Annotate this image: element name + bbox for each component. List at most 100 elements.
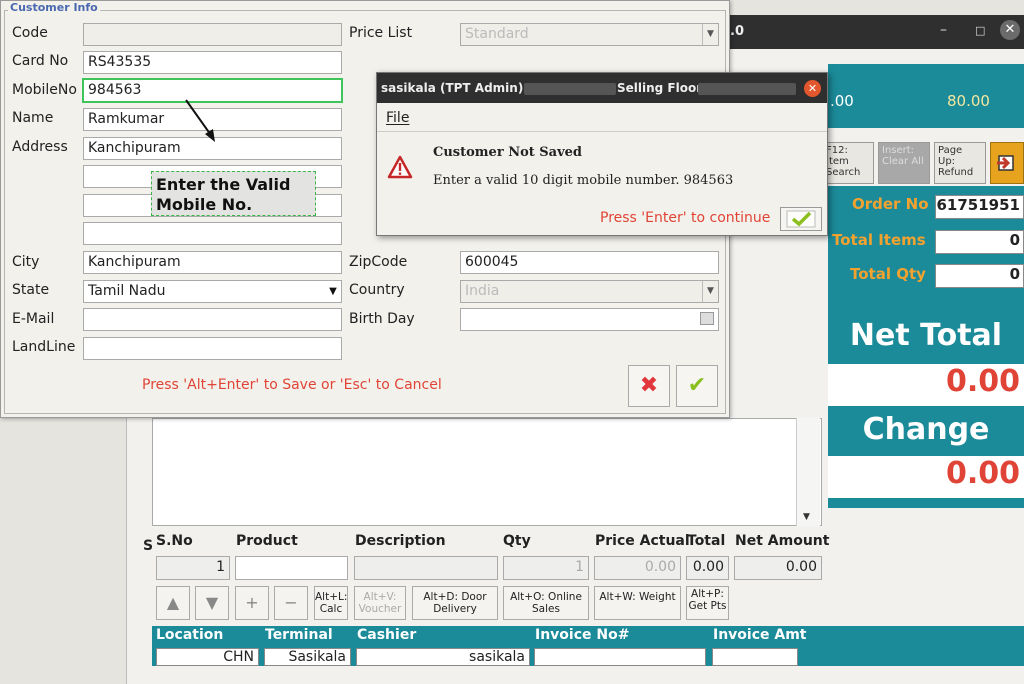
validation-annotation: Enter the Valid Mobile No. — [151, 171, 316, 216]
save-hint: Press 'Alt+Enter' to Save or 'Esc' to Ca… — [142, 377, 442, 393]
move-up-button[interactable]: ▲ — [156, 586, 190, 620]
weight-button[interactable]: Alt+W: Weight — [594, 586, 681, 620]
net-total-value: 0.00 — [828, 364, 1024, 406]
birthday-label: Birth Day — [349, 311, 415, 327]
minimize-icon[interactable]: – — [940, 22, 947, 38]
top-summary-panel — [828, 64, 1024, 128]
order-no-label: Order No — [852, 195, 929, 213]
country-label: Country — [349, 282, 405, 298]
qty-input[interactable]: 1 — [503, 556, 589, 580]
main-title-text: .0 — [730, 24, 744, 39]
net-amount-field: 0.00 — [734, 556, 822, 580]
order-no-value: 61751951 — [935, 195, 1024, 219]
card-no-label: Card No — [12, 53, 69, 69]
checkmark-icon: ✔ — [687, 373, 707, 398]
chevron-down-icon[interactable]: ▼ — [325, 281, 341, 302]
address-line4-input[interactable] — [83, 222, 342, 245]
cashier-label: Cashier — [357, 627, 417, 643]
location-label: Location — [156, 627, 224, 643]
product-input[interactable] — [235, 556, 348, 580]
calendar-icon[interactable] — [700, 312, 714, 325]
name-label: Name — [12, 110, 54, 126]
mobile-label: MobileNo — [12, 82, 77, 98]
email-input[interactable] — [83, 308, 342, 331]
invoice-no-label: Invoice No# — [535, 627, 630, 643]
location-value: CHN — [156, 648, 259, 666]
clear-all-button[interactable]: Insert: Clear All — [878, 142, 930, 184]
email-label: E-Mail — [12, 311, 55, 327]
total-items-value: 0 — [935, 230, 1024, 254]
cashier-value: sasikala — [356, 648, 530, 666]
redacted-store — [698, 83, 796, 95]
redacted-host — [524, 83, 616, 95]
change-label: Change — [862, 412, 990, 447]
price-list-value: Standard — [465, 26, 529, 42]
file-menu[interactable]: File — [386, 110, 409, 126]
total-field: 0.00 — [686, 556, 729, 580]
address-label: Address — [12, 139, 68, 155]
invoice-amt-value — [712, 648, 798, 666]
landline-input[interactable] — [83, 337, 342, 360]
state-value: Tamil Nadu — [88, 283, 166, 299]
error-heading: Customer Not Saved — [433, 145, 583, 160]
scroll-down-icon[interactable]: ▼ — [803, 512, 810, 522]
cancel-button[interactable]: ✖ — [628, 365, 670, 407]
side-label: S — [143, 538, 154, 554]
col-qty: Qty — [503, 533, 531, 549]
total-items-label: Total Items — [832, 231, 926, 249]
increase-button[interactable]: + — [235, 586, 269, 620]
state-select[interactable]: Tamil Nadu ▼ — [83, 280, 342, 303]
price-actual-field: 0.00 — [594, 556, 681, 580]
online-sales-button[interactable]: Alt+O: Online Sales — [503, 586, 589, 620]
exit-button[interactable] — [990, 142, 1024, 184]
ok-button[interactable] — [780, 207, 822, 231]
code-field — [83, 23, 342, 46]
items-grid[interactable] — [152, 418, 822, 526]
birthday-input[interactable] — [460, 308, 719, 331]
city-input[interactable]: Kanchipuram — [83, 251, 342, 274]
continue-hint: Press 'Enter' to continue — [600, 210, 771, 226]
arrow-down-icon: ▼ — [205, 593, 219, 612]
description-field — [354, 556, 498, 580]
item-search-button[interactable]: F12: Item Search — [822, 142, 874, 184]
refund-button[interactable]: Page Up: Refund — [934, 142, 986, 184]
get-points-button[interactable]: Alt+P: Get Pts — [686, 586, 729, 620]
cross-icon: ✖ — [639, 373, 659, 398]
zipcode-input[interactable]: 600045 — [460, 251, 719, 274]
close-icon[interactable]: ✕ — [1000, 20, 1020, 40]
col-price-actual: Price Actual — [595, 533, 690, 549]
minus-icon: − — [284, 593, 298, 612]
arrow-up-icon: ▲ — [166, 593, 180, 612]
card-no-input[interactable]: RS43535 — [83, 51, 342, 74]
country-select: India ▼ — [460, 280, 719, 303]
calc-button[interactable]: Alt+L: Calc — [314, 586, 348, 620]
move-down-button[interactable]: ▼ — [195, 586, 229, 620]
invoice-amt-label: Invoice Amt — [713, 627, 807, 643]
plus-icon: + — [245, 593, 259, 612]
grid-scrollbar[interactable]: ▼ — [796, 418, 820, 526]
customer-info-legend: Customer Info — [8, 1, 100, 14]
price-list-select: Standard ▼ — [460, 23, 719, 46]
save-button[interactable]: ✔ — [676, 365, 718, 407]
sno-field: 1 — [156, 556, 230, 580]
chevron-down-icon: ▼ — [702, 281, 718, 302]
door-delivery-button[interactable]: Alt+D: Door Delivery — [412, 586, 498, 620]
checkmark-icon — [786, 210, 816, 228]
net-total-label: Net Total — [849, 318, 1003, 353]
error-title-user: sasikala (TPT Admin) @ — [381, 81, 540, 95]
col-net-amount: Net Amount — [735, 533, 830, 549]
code-label: Code — [12, 25, 48, 41]
error-menubar — [377, 104, 827, 132]
maximize-icon[interactable]: □ — [975, 24, 985, 37]
voucher-button[interactable]: Alt+V: Voucher — [354, 586, 406, 620]
exit-icon — [997, 155, 1014, 171]
landline-label: LandLine — [12, 339, 76, 355]
close-icon[interactable]: ✕ — [804, 80, 821, 97]
terminal-value: Sasikala — [264, 648, 351, 666]
annotation-arrow-icon — [185, 99, 215, 142]
col-sno: S.No — [156, 533, 193, 549]
col-product: Product — [236, 533, 298, 549]
top-value-a: .00 — [830, 92, 854, 110]
top-value-b: 80.00 — [947, 92, 990, 110]
decrease-button[interactable]: − — [274, 586, 308, 620]
